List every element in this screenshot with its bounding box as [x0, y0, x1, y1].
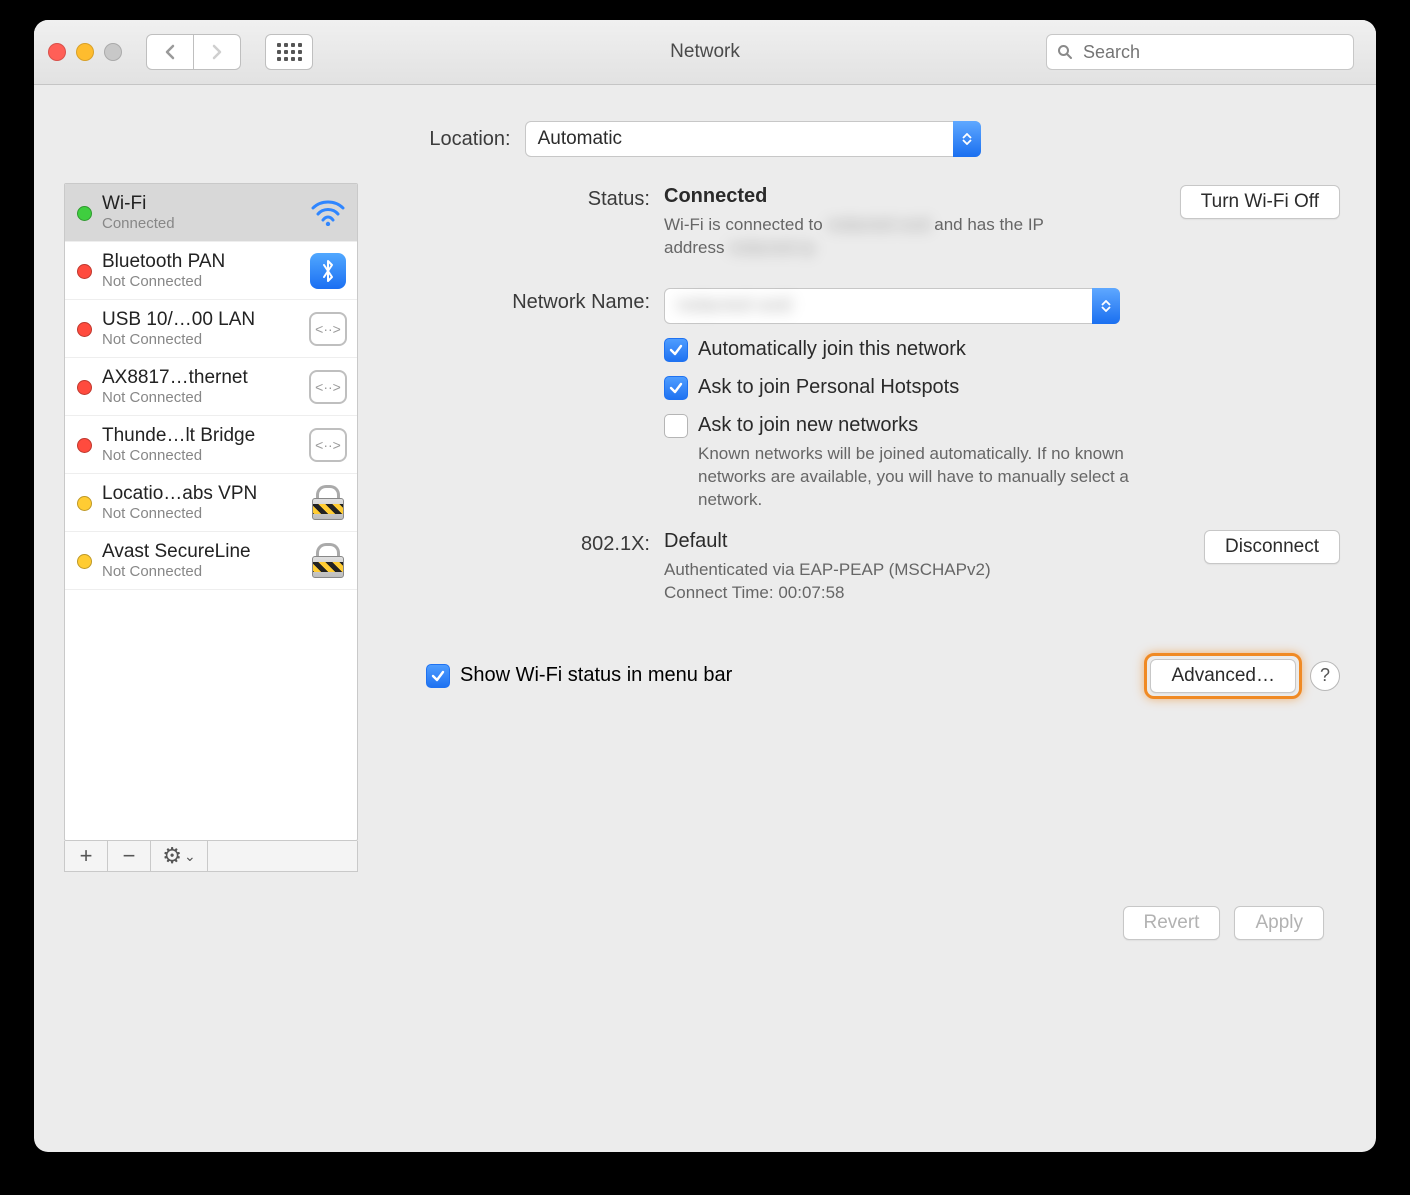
status-label: Status: [388, 185, 664, 260]
status-dot-icon [77, 380, 92, 395]
ask-hotspots-label: Ask to join Personal Hotspots [698, 376, 959, 399]
network-name-value: redacted-ssid [677, 295, 791, 317]
dot1x-time-text: Connect Time: 00:07:58 [664, 582, 1104, 605]
wifi-icon [311, 200, 345, 226]
status-value: Connected [664, 185, 1160, 208]
remove-service-button[interactable]: − [108, 841, 151, 871]
back-button[interactable] [146, 34, 194, 70]
status-dot-icon [77, 496, 92, 511]
services-list[interactable]: Wi-FiConnectedBluetooth PANNot Connected… [64, 183, 358, 841]
ethernet-icon: <··> [309, 370, 347, 404]
grid-icon [277, 43, 302, 61]
location-value: Automatic [538, 128, 622, 150]
service-status: Not Connected [102, 447, 299, 464]
select-stepper-icon [953, 121, 981, 157]
turn-wifi-off-button[interactable]: Turn Wi-Fi Off [1180, 185, 1340, 219]
close-button[interactable] [48, 43, 66, 61]
service-name: Bluetooth PAN [102, 251, 299, 273]
ask-new-networks-description: Known networks will be joined automatica… [698, 443, 1138, 512]
service-item[interactable]: USB 10/…00 LANNot Connected <··> [65, 300, 357, 358]
nav-segment [146, 34, 241, 70]
service-name: AX8817…thernet [102, 367, 299, 389]
gear-icon: ⚙︎ [162, 843, 182, 869]
forward-button[interactable] [194, 34, 241, 70]
search-field[interactable] [1046, 34, 1354, 70]
status-dot-icon [77, 322, 92, 337]
dot1x-auth-text: Authenticated via EAP-PEAP (MSCHAPv2) [664, 559, 1104, 582]
status-dot-icon [77, 554, 92, 569]
service-status: Not Connected [102, 273, 299, 290]
service-item[interactable]: Bluetooth PANNot Connected [65, 242, 357, 300]
service-name: Avast SecureLine [102, 541, 299, 563]
ask-new-networks-label: Ask to join new networks [698, 414, 1138, 437]
lock-icon [312, 485, 344, 520]
show-menubar-checkbox[interactable] [426, 664, 450, 688]
auto-join-label: Automatically join this network [698, 338, 966, 361]
help-button[interactable]: ? [1310, 661, 1340, 691]
service-item[interactable]: Avast SecureLineNot Connected [65, 532, 357, 590]
service-status: Not Connected [102, 505, 299, 522]
auto-join-checkbox[interactable] [664, 338, 688, 362]
ask-new-networks-checkbox[interactable] [664, 414, 688, 438]
service-item[interactable]: Locatio…abs VPNNot Connected [65, 474, 357, 532]
status-dot-icon [77, 264, 92, 279]
service-item[interactable]: Wi-FiConnected [65, 184, 357, 242]
location-label: Location: [429, 128, 510, 151]
service-name: Locatio…abs VPN [102, 483, 299, 505]
add-service-button[interactable]: + [65, 841, 108, 871]
zoom-button[interactable] [104, 43, 122, 61]
network-name-select[interactable]: redacted-ssid [664, 288, 1120, 324]
service-status: Not Connected [102, 331, 299, 348]
search-icon [1057, 44, 1073, 60]
service-name: USB 10/…00 LAN [102, 309, 299, 331]
service-item[interactable]: AX8817…thernetNot Connected <··> [65, 358, 357, 416]
advanced-button[interactable]: Advanced… [1150, 659, 1296, 693]
show-all-button[interactable] [265, 34, 313, 70]
service-actions-button[interactable]: ⚙︎ ⌄ [151, 841, 208, 871]
services-toolbar: + − ⚙︎ ⌄ [64, 841, 358, 872]
services-sidebar: Wi-FiConnectedBluetooth PANNot Connected… [64, 183, 358, 872]
service-status: Not Connected [102, 389, 299, 406]
bluetooth-icon [310, 253, 346, 289]
service-name: Wi-Fi [102, 193, 299, 215]
status-dot-icon [77, 438, 92, 453]
dot1x-label: 802.1X: [388, 530, 664, 605]
dot1x-value: Default [664, 530, 1184, 553]
traffic-lights [48, 43, 122, 61]
ethernet-icon: <··> [309, 312, 347, 346]
footer: Revert Apply [64, 906, 1346, 940]
chevron-down-icon: ⌄ [184, 848, 196, 865]
show-menubar-label: Show Wi-Fi status in menu bar [460, 664, 732, 687]
select-stepper-icon [1092, 288, 1120, 324]
advanced-highlight: Advanced… [1150, 659, 1296, 693]
network-name-label: Network Name: [388, 288, 664, 512]
revert-button[interactable]: Revert [1123, 906, 1221, 940]
ethernet-icon: <··> [309, 428, 347, 462]
detail-pane: Status: Connected Wi-Fi is connected to … [382, 183, 1346, 872]
service-status: Not Connected [102, 563, 299, 580]
status-dot-icon [77, 206, 92, 221]
titlebar: Network [34, 20, 1376, 85]
service-status: Connected [102, 215, 299, 232]
lock-icon [312, 543, 344, 578]
search-input[interactable] [1081, 41, 1343, 64]
disconnect-button[interactable]: Disconnect [1204, 530, 1340, 564]
apply-button[interactable]: Apply [1234, 906, 1324, 940]
location-select[interactable]: Automatic [525, 121, 981, 157]
ask-hotspots-checkbox[interactable] [664, 376, 688, 400]
service-item[interactable]: Thunde…lt BridgeNot Connected <··> [65, 416, 357, 474]
service-name: Thunde…lt Bridge [102, 425, 299, 447]
network-preferences-window: Network Location: Automatic Wi-FiConnect… [34, 20, 1376, 1152]
status-description: Wi-Fi is connected to redacted-ssid and … [664, 214, 1104, 260]
minimize-button[interactable] [76, 43, 94, 61]
